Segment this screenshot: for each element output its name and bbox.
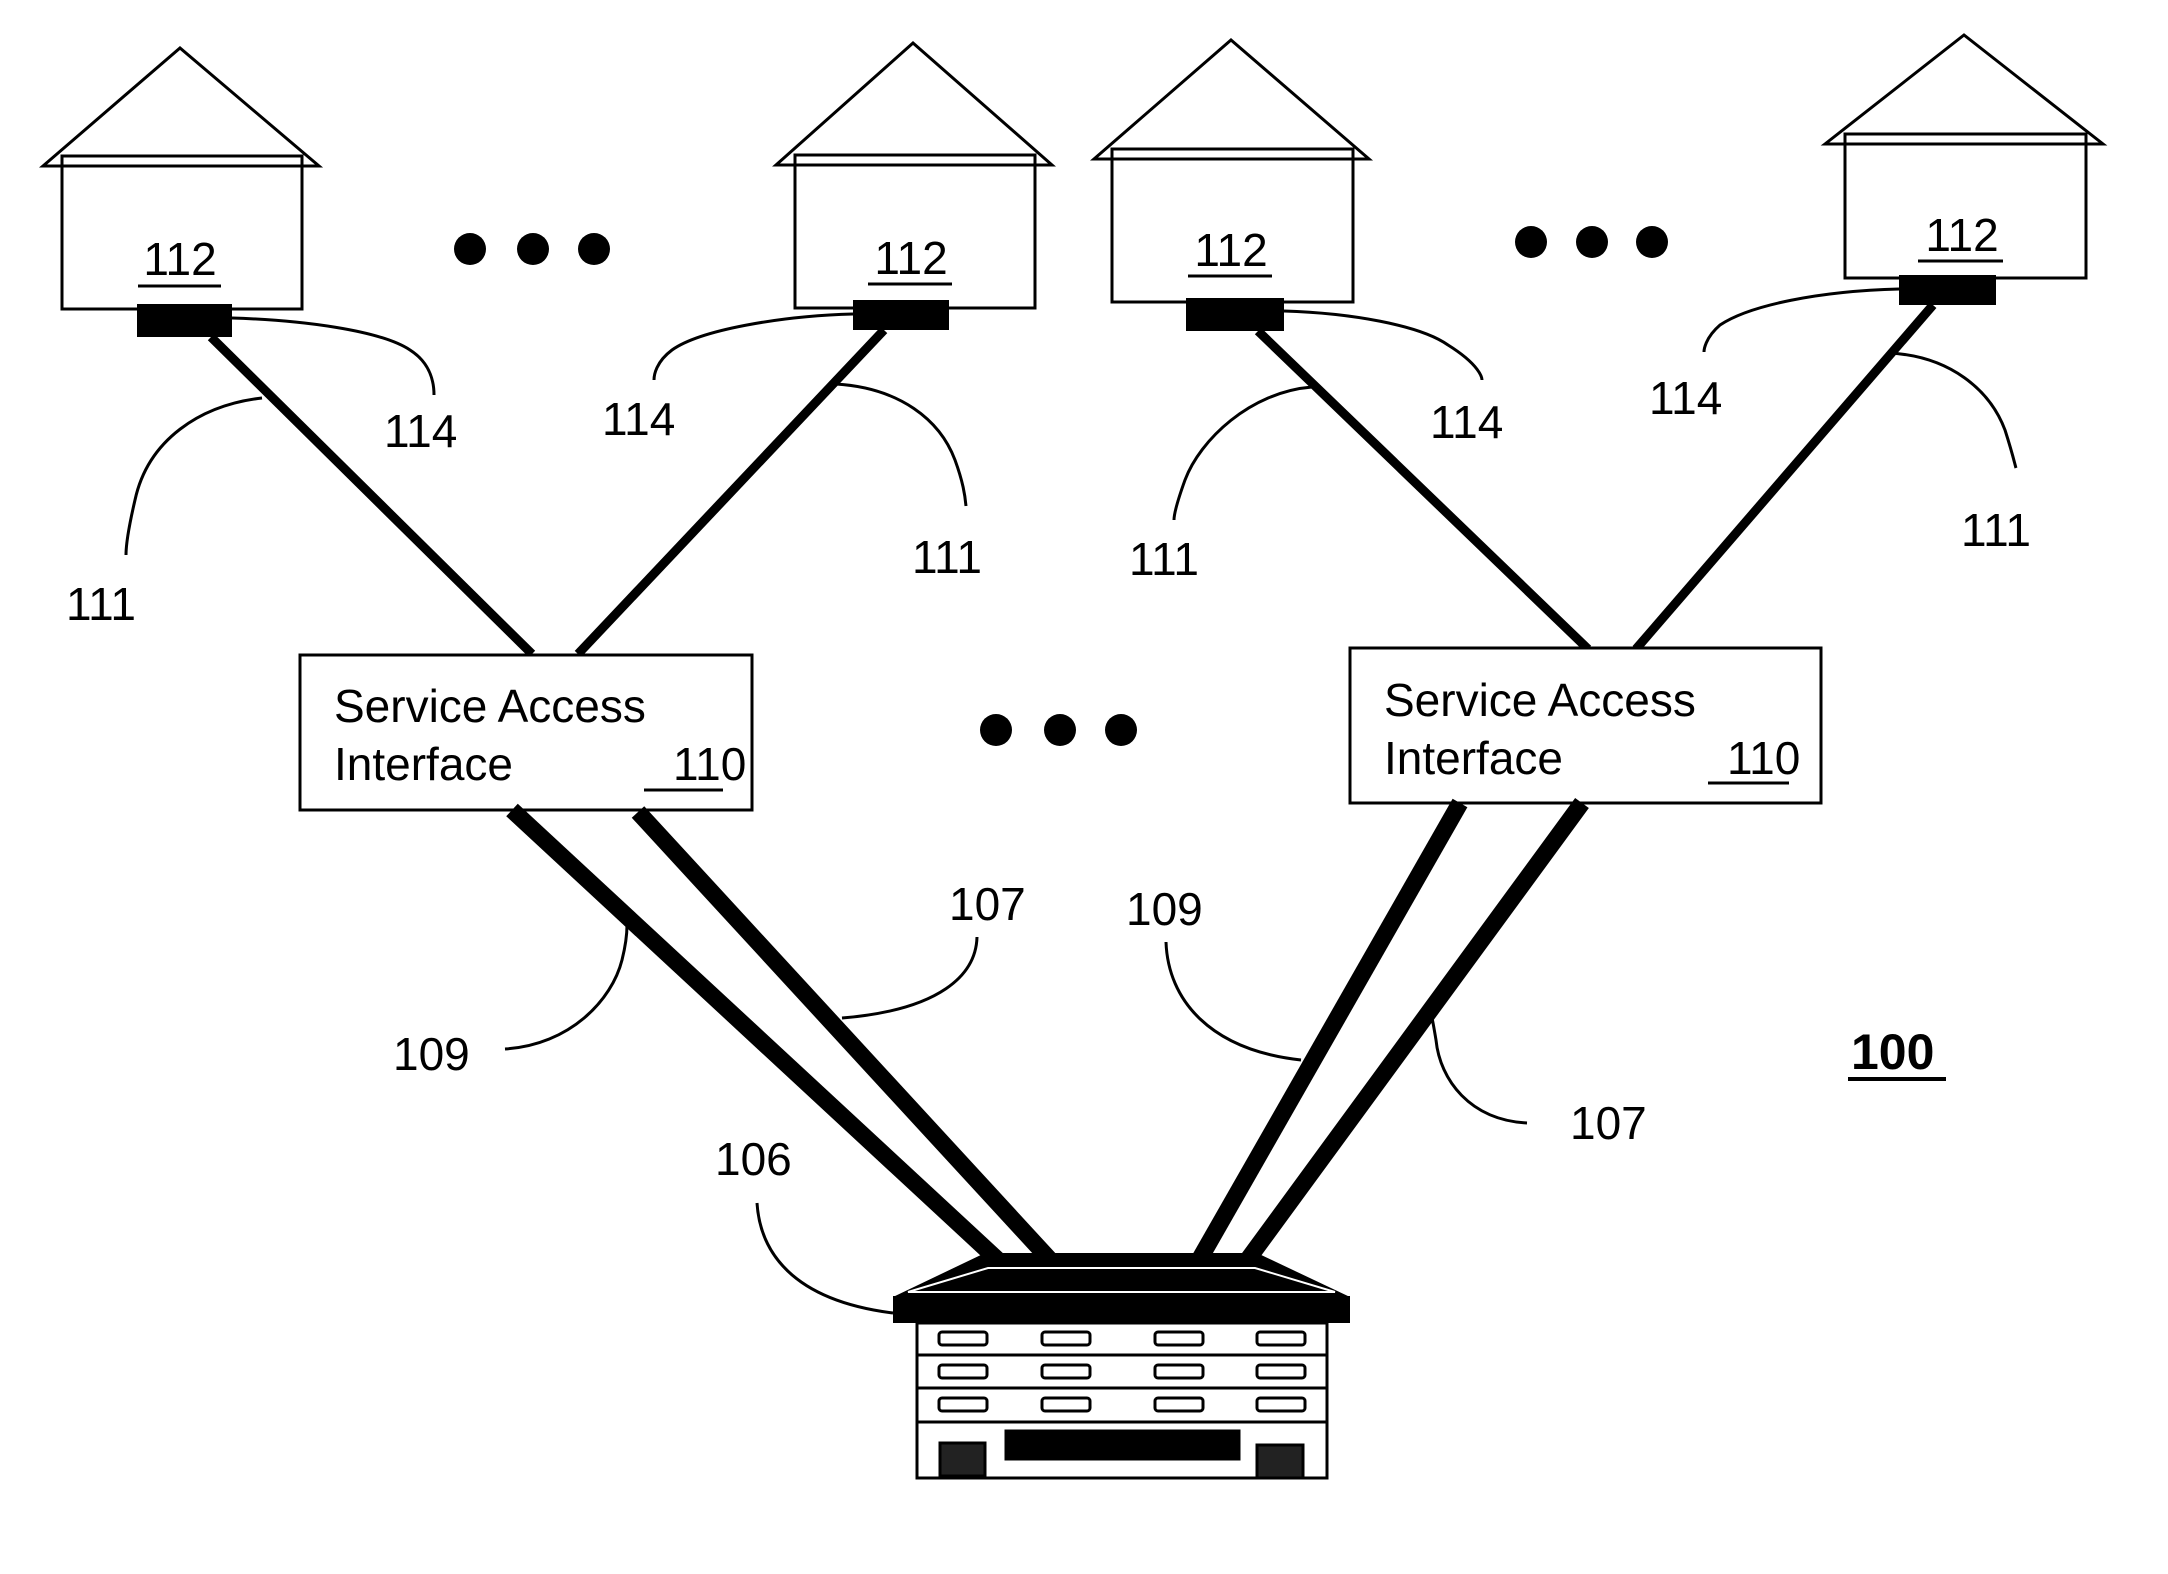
line-card-slot	[1153, 1330, 1205, 1347]
line-card-slot	[1153, 1396, 1205, 1413]
line-card-slot	[937, 1363, 989, 1380]
house-roof	[1089, 38, 1374, 161]
drop-ref: 111	[1961, 504, 2031, 556]
leader-106	[755, 1202, 894, 1315]
ellipsis-dot	[980, 714, 1012, 746]
premises-ref: 112	[1194, 224, 1267, 276]
connector-ref: 114	[384, 405, 457, 457]
drop-ref: 111	[1129, 533, 1199, 585]
ellipsis-interfaces	[980, 714, 1137, 746]
sai-label-line2: Interface	[334, 738, 513, 790]
leader-114	[1702, 287, 1900, 353]
drop-cable-2	[574, 326, 888, 658]
drop-cable-4	[1632, 302, 1937, 652]
leader-111	[1888, 351, 2018, 469]
line-card-slot	[1255, 1363, 1307, 1380]
drop-cable-1	[207, 333, 536, 658]
ellipsis-dot	[1636, 226, 1668, 258]
leader-107-left	[841, 936, 979, 1020]
ellipsis-dot	[1105, 714, 1137, 746]
service-access-interface-2: Service Access Interface 110	[1348, 646, 1823, 805]
line-card-slot	[1040, 1396, 1092, 1413]
house-roof	[38, 46, 324, 168]
sai-label-line1: Service Access	[1384, 674, 1696, 726]
node-ref: 106	[715, 1133, 792, 1185]
leader-111	[835, 382, 968, 507]
line-card-slot	[1153, 1363, 1205, 1380]
node-drive-bay	[1006, 1431, 1239, 1459]
premises-ref: 112	[874, 232, 947, 284]
leader-114	[1283, 309, 1484, 381]
connector-ref: 114	[602, 393, 675, 445]
ellipsis-dot	[1576, 226, 1608, 258]
ellipsis-dot	[1515, 226, 1547, 258]
sai-ref: 110	[673, 738, 746, 790]
leader-111	[1172, 385, 1313, 521]
premises-2: 112 114 111	[602, 40, 1056, 583]
sai-ref: 110	[1727, 732, 1800, 784]
house-roof	[772, 40, 1056, 167]
line-card-slot	[1255, 1396, 1307, 1413]
link-ref-107-left: 107	[949, 878, 1026, 930]
link-ref-109-left: 109	[393, 1028, 470, 1080]
leader-111	[124, 396, 263, 556]
premises-1: 112 114 111	[38, 46, 457, 630]
network-diagram: 112 114 111 112 114 111 112 114 111 112 …	[38, 33, 2108, 1480]
connector-ref: 114	[1430, 396, 1503, 448]
central-node	[893, 1253, 1350, 1480]
leader-109-left	[504, 924, 629, 1051]
premises-4: 112 114 111	[1649, 33, 2108, 556]
network-interface-device	[853, 300, 949, 330]
connector-ref: 114	[1649, 372, 1722, 424]
line-card-slot	[937, 1396, 989, 1413]
line-card-slot	[1255, 1330, 1307, 1347]
drop-cable-3	[1254, 327, 1592, 653]
ellipsis-dot	[517, 233, 549, 265]
node-vent-left	[938, 1441, 987, 1478]
house-roof	[1820, 33, 2108, 146]
network-interface-device	[1186, 298, 1284, 331]
sai-label-line2: Interface	[1384, 732, 1563, 784]
line-card-slot	[1040, 1330, 1092, 1347]
network-interface-device	[137, 304, 232, 337]
premises-ref: 112	[143, 233, 216, 285]
ellipsis-premises-left	[454, 233, 610, 265]
link-ref-107-right: 107	[1570, 1097, 1647, 1149]
link-109-left	[506, 803, 1006, 1269]
drop-ref: 111	[912, 531, 982, 583]
drop-ref: 111	[66, 578, 136, 630]
service-access-interface-1: Service Access Interface 110	[298, 653, 754, 812]
premises-ref: 112	[1925, 209, 1998, 261]
ellipsis-premises-right	[1515, 226, 1668, 258]
line-card-slot	[937, 1330, 989, 1347]
link-ref-109-right: 109	[1126, 883, 1203, 935]
line-card-slot	[1040, 1363, 1092, 1380]
ellipsis-dot	[1044, 714, 1076, 746]
figure-ref: 100	[1851, 1024, 1934, 1080]
leader-109-right	[1164, 941, 1302, 1062]
node-vent-right	[1255, 1443, 1305, 1480]
network-interface-device	[1899, 275, 1996, 305]
leader-107-right	[1430, 1017, 1528, 1125]
leader-114	[652, 312, 854, 381]
sai-label-line1: Service Access	[334, 680, 646, 732]
ellipsis-dot	[578, 233, 610, 265]
node-top-band	[893, 1296, 1350, 1323]
ellipsis-dot	[454, 233, 486, 265]
